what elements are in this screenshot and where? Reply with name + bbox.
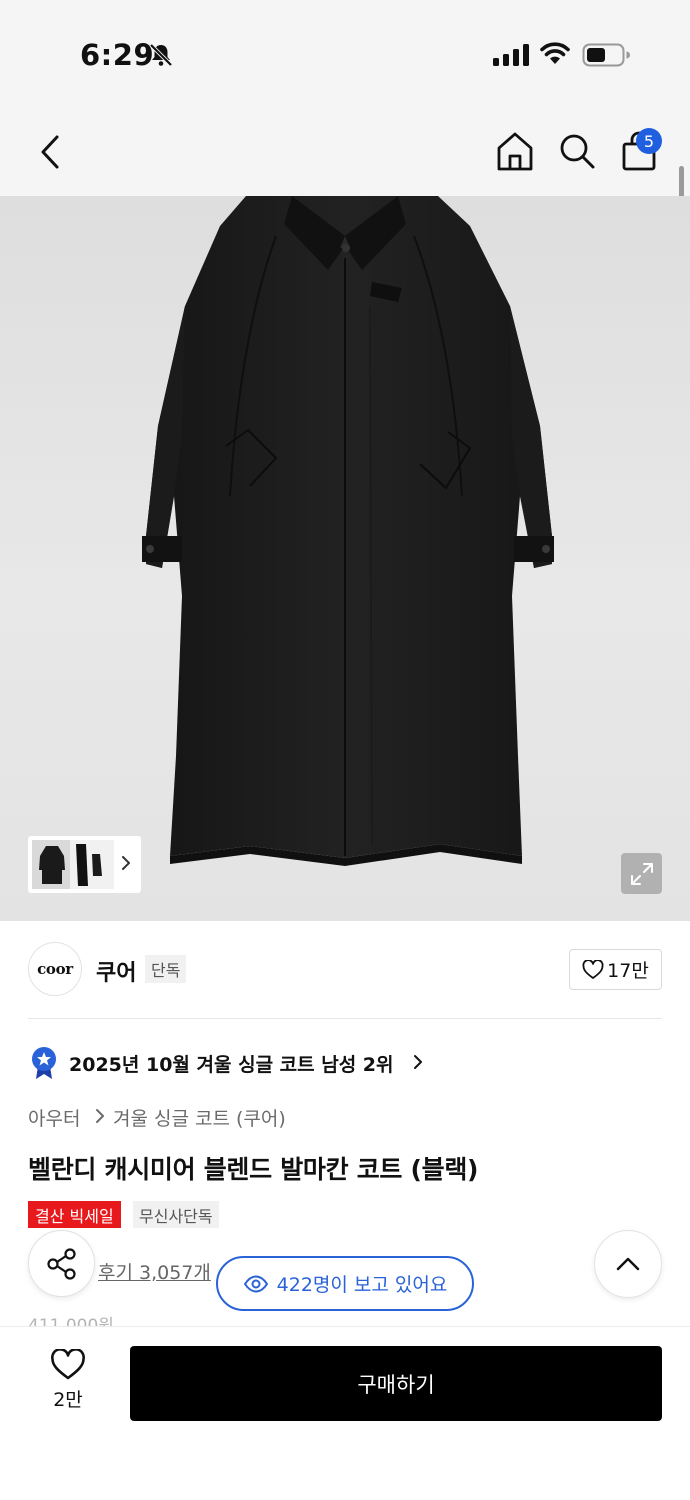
cart-count-badge: 5: [636, 128, 662, 154]
buy-button[interactable]: 구매하기: [130, 1346, 662, 1421]
divider: [28, 1018, 662, 1019]
expand-icon: [630, 862, 653, 885]
bell-off-icon: [148, 42, 174, 72]
back-chevron-icon: [41, 135, 59, 169]
musinsa-exclusive-tag: 무신사단독: [133, 1201, 219, 1228]
chevron-right-icon: [412, 1054, 424, 1074]
cellular-signal-icon: [493, 44, 529, 70]
viewers-text: 422명이 보고 있어요: [276, 1274, 448, 1296]
breadcrumb-category[interactable]: 아우터: [28, 1104, 80, 1131]
product-image[interactable]: [0, 196, 690, 921]
heart-icon: [51, 1349, 85, 1380]
bottom-action-bar: 2만 구매하기: [0, 1326, 690, 1500]
expand-image-button[interactable]: [621, 853, 662, 894]
heart-icon: [582, 959, 604, 979]
battery-icon: [582, 43, 630, 71]
breadcrumb-subcategory[interactable]: 겨울 싱글 코트 (쿠어): [113, 1104, 286, 1131]
back-button[interactable]: [30, 130, 70, 174]
product-title: 벨란디 캐시미어 블렌드 발마칸 코트 (블랙): [28, 1155, 479, 1184]
ranking-medal-icon: [30, 1046, 58, 1084]
thumbnail-image[interactable]: [32, 840, 114, 889]
brand-logo-text: coor: [37, 960, 73, 978]
share-button[interactable]: [28, 1230, 95, 1297]
thumbnail-strip[interactable]: [28, 836, 141, 893]
coat-image: [142, 196, 554, 866]
exclusive-tag: 단독: [145, 955, 187, 983]
chevron-up-icon: [616, 1257, 640, 1271]
status-bar: 6:29: [0, 0, 690, 100]
home-icon: [497, 132, 533, 171]
top-navigation-bar: [0, 100, 690, 196]
breadcrumb-chevron-icon: [94, 1108, 106, 1128]
wifi-icon: [540, 42, 570, 70]
eye-icon: [243, 1274, 268, 1293]
brand-like-count: 17만: [607, 960, 649, 982]
scroll-to-top-button[interactable]: [594, 1230, 662, 1298]
review-link[interactable]: 후기 3,057개: [98, 1258, 211, 1285]
search-icon: [560, 134, 595, 169]
home-button[interactable]: [494, 128, 536, 174]
brand-logo[interactable]: coor: [28, 942, 82, 996]
brand-like-button[interactable]: 17만: [569, 949, 662, 990]
viewers-indicator: 422명이 보고 있어요: [216, 1256, 474, 1311]
ranking-link[interactable]: 2025년 10월 겨울 싱글 코트 남성 2위: [69, 1050, 394, 1077]
price-text: 411,000원: [28, 1316, 114, 1326]
sale-tag: 결산 빅세일: [28, 1201, 121, 1228]
wishlist-button[interactable]: 2만: [44, 1349, 92, 1419]
wishlist-count: 2만: [53, 1389, 83, 1411]
search-button[interactable]: [556, 130, 598, 172]
thumbnail-chevron-right-icon: [120, 854, 132, 876]
status-time: 6:29: [80, 38, 155, 72]
brand-name[interactable]: 쿠어: [96, 955, 136, 987]
share-icon: [46, 1247, 76, 1280]
